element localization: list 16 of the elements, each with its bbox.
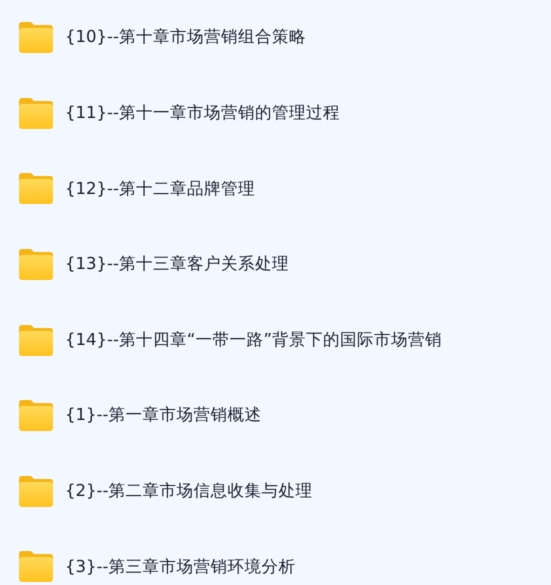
folder-name[interactable]: {10}--第十章市场营销组合策略 [65,25,306,50]
folder-icon[interactable] [18,550,54,584]
folder-name[interactable]: {13}--第十三章客户关系处理 [65,252,289,277]
folder-name[interactable]: {2}--第二章市场信息收集与处理 [65,478,312,504]
folder-icon[interactable] [18,474,54,508]
folder-name[interactable]: {14}--第十四章“一带一路”背景下的国际市场营销 [65,328,442,353]
folder-icon[interactable] [18,21,54,54]
folder-icon[interactable] [18,324,54,357]
folder-name[interactable]: {11}--第十一章市场营销的管理过程 [65,101,340,126]
folder-icon[interactable] [18,399,54,432]
folder-icon[interactable] [18,248,54,282]
folder-name[interactable]: {3}--第三章市场营销环境分析 [65,554,296,580]
folder-icon[interactable] [18,172,54,206]
folder-name[interactable]: {12}--第十二章品牌管理 [65,176,255,202]
folder-icon[interactable] [18,96,54,130]
folder-name[interactable]: {1}--第一章市场营销概述 [65,403,262,428]
